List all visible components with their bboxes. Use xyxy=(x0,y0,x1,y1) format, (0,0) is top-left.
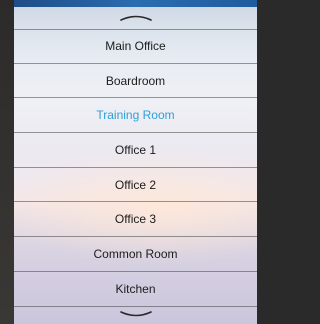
room-item-label: Office 1 xyxy=(114,142,157,157)
room-item-kitchen[interactable]: Kitchen xyxy=(14,272,257,307)
scroll-down-button[interactable] xyxy=(14,310,257,324)
room-item-training-room[interactable]: Training Room xyxy=(14,98,257,134)
room-item-office-2[interactable]: Office 2 xyxy=(14,168,257,203)
room-item-boardroom[interactable]: Boardroom xyxy=(14,64,257,99)
room-item-common-room[interactable]: Common Room xyxy=(14,237,257,272)
top-strip xyxy=(14,0,257,7)
room-selector-panel: Main Office Boardroom Training Room Offi… xyxy=(14,7,257,324)
side-bar xyxy=(0,0,14,324)
chevron-up-icon xyxy=(119,15,152,21)
scroll-up-button[interactable] xyxy=(14,12,257,26)
room-item-label: Office 3 xyxy=(114,212,157,227)
room-item-office-3[interactable]: Office 3 xyxy=(14,202,257,238)
room-list: Main Office Boardroom Training Room Offi… xyxy=(14,29,257,307)
room-item-label: Main Office xyxy=(105,39,166,54)
room-item-label: Boardroom xyxy=(105,73,166,88)
room-item-label: Training Room xyxy=(96,108,175,123)
room-item-office-1[interactable]: Office 1 xyxy=(14,133,257,168)
room-item-label: Common Room xyxy=(93,246,178,261)
chevron-down-icon xyxy=(119,311,152,317)
room-item-label: Office 2 xyxy=(114,177,157,192)
room-item-main-office[interactable]: Main Office xyxy=(14,29,257,64)
room-item-label: Kitchen xyxy=(115,281,156,296)
